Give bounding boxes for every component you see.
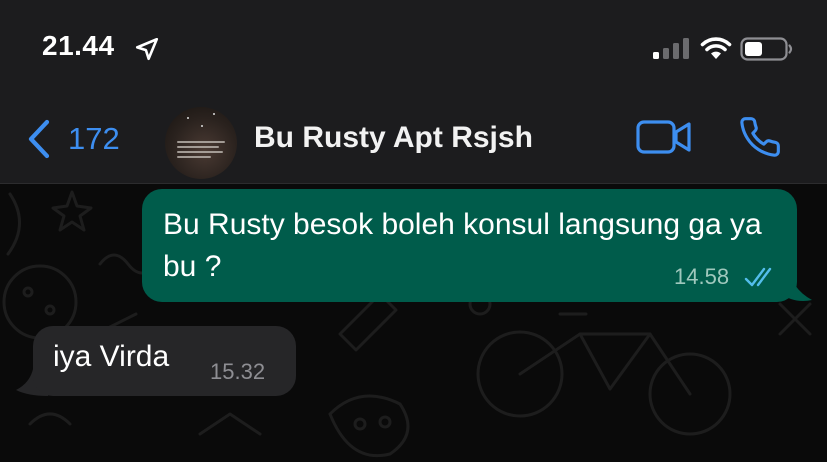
chevron-left-icon	[28, 119, 50, 159]
outgoing-bubble-tail	[778, 264, 812, 301]
video-call-icon[interactable]	[636, 119, 692, 155]
avatar[interactable]	[165, 107, 237, 179]
status-time: 21.44	[42, 30, 115, 61]
chat-header: 172 Bu Rusty Apt Rsjsh	[0, 95, 827, 184]
phone-call-icon[interactable]	[738, 115, 782, 159]
incoming-message-text: iya Virda	[53, 340, 170, 373]
back-button[interactable]: 172	[26, 119, 120, 159]
status-bar: 21.44	[0, 0, 827, 95]
chat-area[interactable]: Bu Rusty besok boleh konsul langsung ga …	[0, 184, 827, 462]
incoming-message-time: 15.32	[210, 359, 266, 384]
cellular-signal-icon	[653, 38, 689, 59]
contact-name[interactable]: Bu Rusty Apt Rsjsh	[254, 121, 533, 155]
double-check-read-icon	[744, 267, 772, 287]
wifi-icon	[700, 37, 732, 59]
unread-chats-count: 172	[68, 121, 120, 156]
outgoing-message-time: 14.58	[674, 264, 730, 289]
location-arrow-icon	[135, 37, 159, 61]
battery-icon	[740, 37, 793, 61]
